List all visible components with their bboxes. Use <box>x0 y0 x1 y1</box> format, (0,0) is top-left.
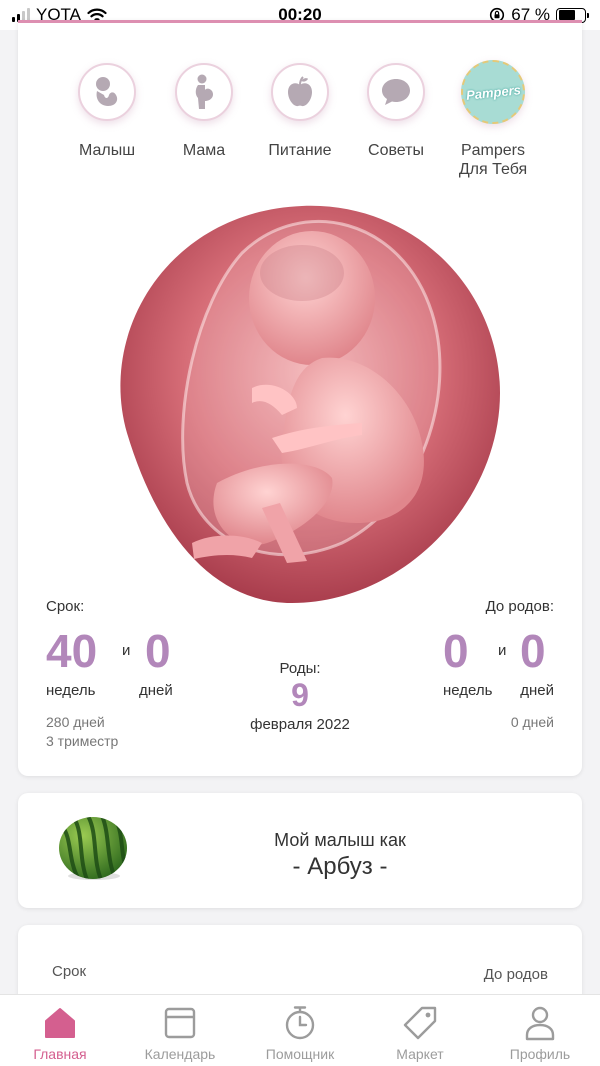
until-and-label: и <box>498 642 507 659</box>
category-label: Питание <box>268 142 332 159</box>
category-label: Советы <box>368 142 424 159</box>
category-baby[interactable]: Малыш <box>52 63 162 160</box>
calendar-icon <box>161 1004 199 1042</box>
category-pampers[interactable]: Pampers Pampers Для Тебя <box>438 60 548 179</box>
due-day: 9 <box>291 677 309 713</box>
tab-label: Помощник <box>265 1046 335 1062</box>
tab-bar: Главная Календарь Помощник Маркет Профил… <box>0 994 600 1066</box>
category-label: Pampers Для Тебя <box>458 142 528 178</box>
category-label: Малыш <box>78 142 136 159</box>
until-weeks-value: 0 <box>443 625 469 677</box>
speech-bubble-icon <box>367 63 425 121</box>
stopwatch-icon <box>281 1004 319 1042</box>
due-month-year: февраля 2022 <box>250 716 350 733</box>
tab-calendar[interactable]: Календарь <box>120 995 240 1066</box>
tab-label: Главная <box>33 1046 87 1062</box>
category-label: Мама <box>182 142 226 159</box>
tab-home[interactable]: Главная <box>0 995 120 1066</box>
pampers-logo: Pampers <box>461 60 525 124</box>
trimester: 3 триместр <box>46 733 119 749</box>
tab-label: Маркет <box>396 1046 444 1062</box>
apple-icon <box>271 63 329 121</box>
term-label: Срок: <box>46 598 85 615</box>
profile-icon <box>521 1004 559 1042</box>
tag-icon <box>401 1004 439 1042</box>
tab-profile[interactable]: Профиль <box>480 995 600 1066</box>
and-label: и <box>122 642 131 659</box>
due-label: Роды: <box>279 660 321 677</box>
until-weeks-unit: недель <box>443 682 493 699</box>
fruit-intro: Мой малыш как <box>274 830 406 850</box>
tab-market[interactable]: Маркет <box>360 995 480 1066</box>
home-icon <box>41 1004 79 1042</box>
until-total: 0 дней <box>510 714 554 730</box>
pregnancy-card: Малыш Мама Питание Советы Pampers Pamper… <box>18 20 582 776</box>
tab-assistant[interactable]: Помощник <box>240 995 360 1066</box>
fetus-illustration <box>102 203 502 604</box>
until-label: До родов: <box>485 598 554 615</box>
until-label: До родов <box>483 966 548 983</box>
watermelon-icon <box>59 817 127 880</box>
baby-icon <box>78 63 136 121</box>
baby-size-card[interactable]: Мой малыш как - Арбуз - <box>18 793 582 908</box>
until-days-unit: дней <box>520 682 554 699</box>
category-tips[interactable]: Советы <box>341 63 451 160</box>
fruit-name: - Арбуз - <box>292 853 388 880</box>
category-nutrition[interactable]: Питание <box>245 63 355 160</box>
until-days-value: 0 <box>520 625 546 677</box>
tab-label: Профиль <box>509 1046 571 1062</box>
pregnant-woman-icon <box>175 63 233 121</box>
tab-label: Календарь <box>144 1046 216 1062</box>
term-label: Срок <box>52 963 87 980</box>
category-mom[interactable]: Мама <box>149 63 259 160</box>
